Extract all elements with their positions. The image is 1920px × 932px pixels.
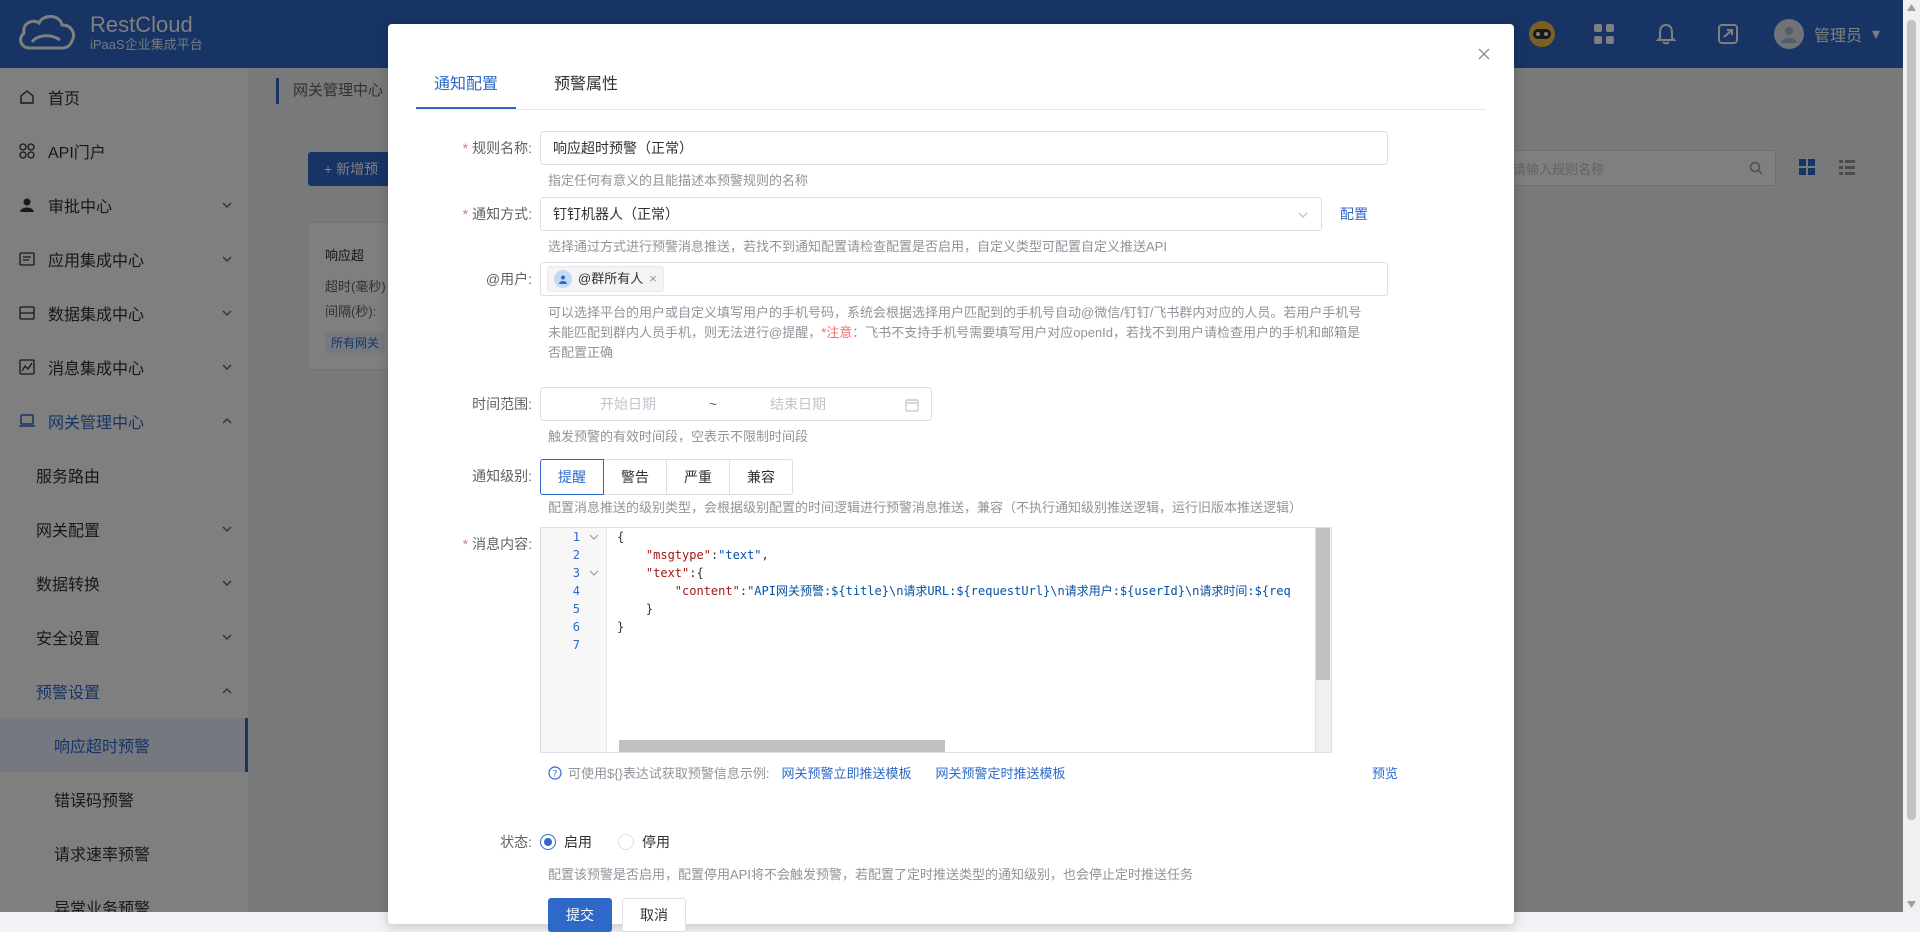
- code-line: {: [617, 530, 625, 544]
- code-editor[interactable]: 1 2 3 4 5 6 7 { "msgtype":"text", "text"…: [540, 527, 1332, 753]
- radio-checked-icon: [540, 834, 556, 850]
- date-range-picker[interactable]: 开始日期 ~ 结束日期: [540, 387, 932, 421]
- line-number: 4: [572, 584, 580, 598]
- level-remind-button[interactable]: 提醒: [540, 459, 604, 495]
- calendar-icon: [905, 398, 919, 412]
- rule-name-row: * 规则名称: 响应超时预警（正常）: [388, 131, 1388, 165]
- notify-level-row: 通知级别: 提醒 警告 严重 兼容: [388, 459, 793, 495]
- immediate-template-link[interactable]: 网关预警立即推送模板: [782, 763, 912, 782]
- notify-method-value: 钉钉机器人（正常）: [553, 206, 679, 222]
- user-tag-label: @群所有人: [578, 271, 644, 286]
- line-number: 5: [572, 602, 580, 616]
- rule-name-help: 指定任何有意义的且能描述本预警规则的名称: [548, 173, 809, 188]
- scroll-down-icon[interactable]: [1907, 901, 1916, 908]
- editor-horizontal-scrollbar[interactable]: [619, 740, 945, 752]
- status-enabled-radio[interactable]: 启用: [540, 832, 592, 852]
- status-row: 状态: 启用 停用: [388, 825, 696, 859]
- line-number: 3: [541, 564, 606, 582]
- scrollbar-thumb[interactable]: [1907, 20, 1916, 820]
- date-separator: ~: [708, 396, 718, 412]
- level-compat-button[interactable]: 兼容: [729, 459, 793, 495]
- chevron-down-icon: [1298, 212, 1308, 218]
- dialog-tabs: 通知配置 预警属性: [416, 64, 1486, 110]
- preview-link[interactable]: 预览: [1372, 763, 1398, 782]
- config-link[interactable]: 配置: [1340, 197, 1368, 231]
- time-range-label: 时间范围:: [472, 396, 532, 412]
- tag-close-icon[interactable]: ×: [649, 263, 657, 295]
- code-line: }: [617, 620, 625, 634]
- tab-notify-config[interactable]: 通知配置: [416, 64, 517, 109]
- line-number: 1: [541, 528, 606, 546]
- tab-alert-properties[interactable]: 预警属性: [536, 64, 636, 109]
- scheduled-template-link[interactable]: 网关预警定时推送模板: [936, 763, 1066, 782]
- start-date-input[interactable]: 开始日期: [553, 388, 703, 420]
- avatar-icon: [554, 270, 572, 288]
- message-label: * 消息内容:: [462, 536, 532, 552]
- rule-name-input[interactable]: 响应超时预警（正常）: [540, 131, 1388, 165]
- template-hint: ? 可使用${}表达试获取预警信息示例: 网关预警立即推送模板 网关预警定时推送…: [548, 763, 1398, 782]
- code-line: }: [645, 602, 654, 616]
- submit-button[interactable]: 提交: [548, 898, 612, 932]
- cancel-button[interactable]: 取消: [622, 898, 686, 932]
- question-circle-icon: ?: [548, 765, 562, 780]
- notify-method-row: * 通知方式: 钉钉机器人（正常） 配置: [388, 197, 1368, 231]
- scrollbar-thumb[interactable]: [1316, 528, 1330, 680]
- page-scrollbar[interactable]: [1903, 0, 1920, 912]
- code-line: "text":{: [645, 566, 704, 580]
- help-line: 可以选择平台的用户或自定义填写用户的手机号码，系统会根据选择用户匹配到的手机号自…: [548, 305, 1362, 320]
- line-number: 6: [572, 620, 580, 634]
- notify-method-label: * 通知方式:: [462, 206, 532, 222]
- close-icon[interactable]: [1476, 46, 1492, 62]
- at-user-label: @用户:: [485, 271, 532, 287]
- notify-level-help: 配置消息推送的级别类型，会根据级别配置的时间逻辑进行预警消息推送，兼容（不执行通…: [548, 500, 1303, 515]
- fold-icon[interactable]: [588, 567, 600, 579]
- radio-unchecked-icon: [618, 834, 634, 850]
- status-label: 状态:: [500, 834, 532, 850]
- level-severe-button[interactable]: 严重: [666, 459, 730, 495]
- help-line: 否配置正确: [548, 345, 614, 360]
- editor-gutter: 1 2 3 4 5 6 7: [541, 528, 607, 752]
- svg-text:?: ?: [553, 769, 558, 779]
- notify-level-group: 提醒 警告 严重 兼容: [540, 459, 793, 495]
- code-content[interactable]: { "msgtype":"text", "text":{ "content":"…: [617, 528, 1311, 752]
- notify-method-select[interactable]: 钉钉机器人（正常）: [540, 197, 1322, 231]
- fold-icon[interactable]: [588, 531, 600, 543]
- notify-level-label: 通知级别:: [472, 468, 532, 484]
- at-user-help: 可以选择平台的用户或自定义填写用户的手机号码，系统会根据选择用户匹配到的手机号自…: [548, 303, 1398, 363]
- code-line: "msgtype":"text",: [645, 548, 769, 562]
- editor-vertical-scrollbar[interactable]: [1315, 528, 1331, 752]
- end-date-input[interactable]: 结束日期: [723, 388, 873, 420]
- at-user-row: @用户: @群所有人 ×: [388, 262, 1388, 296]
- code-line: "content":"API网关预警:${title}\n请求URL:${req…: [674, 584, 1291, 598]
- message-row: * 消息内容: 1 2 3 4 5 6 7 { "msgtype":"text",…: [388, 527, 1332, 753]
- line-number: 7: [572, 638, 580, 652]
- notify-method-help: 选择通过方式进行预警消息推送，若找不到通知配置请检查配置是否启用，自定义类型可配…: [548, 239, 1167, 254]
- line-number: 2: [572, 548, 580, 562]
- rule-name-label: * 规则名称:: [462, 140, 532, 156]
- time-range-help: 触发预警的有效时间段，空表示不限制时间段: [548, 429, 809, 444]
- user-tag: @群所有人 ×: [547, 266, 664, 292]
- help-line: 未能匹配到群内人员手机，则无法进行@提醒，*注意：飞书不支持手机号需要填写用户对…: [548, 325, 1361, 340]
- status-disabled-radio[interactable]: 停用: [618, 832, 670, 852]
- at-user-select[interactable]: @群所有人 ×: [540, 262, 1388, 296]
- alert-config-dialog: 通知配置 预警属性 * 规则名称: 响应超时预警（正常） 指定任何有意义的且能描述…: [388, 24, 1514, 932]
- dialog-actions: 提交 取消: [548, 874, 686, 932]
- scroll-up-icon[interactable]: [1907, 4, 1916, 11]
- level-warning-button[interactable]: 警告: [603, 459, 667, 495]
- hint-text: 可使用${}表达试获取预警信息示例:: [568, 766, 770, 781]
- time-range-row: 时间范围: 开始日期 ~ 结束日期: [388, 387, 932, 421]
